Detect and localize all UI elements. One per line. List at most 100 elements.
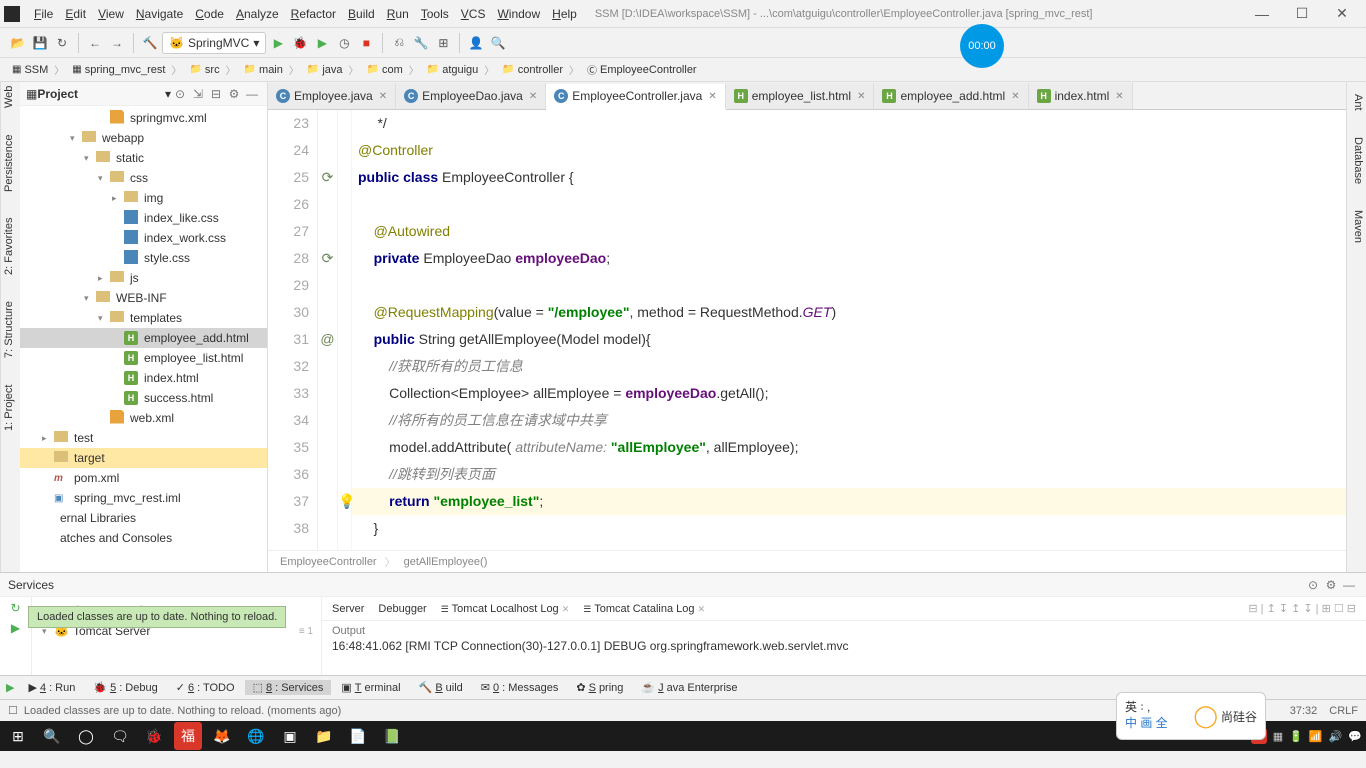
tree-item[interactable]: springmvc.xml	[20, 108, 267, 128]
chrome-icon[interactable]: 🌐	[242, 722, 270, 750]
forward-icon[interactable]: →	[107, 33, 127, 53]
bottom-tab[interactable]: ⬚8: Services	[245, 680, 332, 695]
coverage-icon[interactable]: ▶	[312, 33, 332, 53]
crumb[interactable]: 📁 atguigu	[423, 62, 499, 77]
tree-item[interactable]: ▾static	[20, 148, 267, 168]
editor-tab[interactable]: CEmployeeController.java✕	[546, 84, 725, 110]
close-icon[interactable]: ✕	[857, 91, 865, 102]
hide-icon[interactable]: —	[243, 87, 261, 101]
menu-analyze[interactable]: Analyze	[230, 5, 285, 23]
menu-navigate[interactable]: Navigate	[130, 5, 189, 23]
bottom-tab[interactable]: 🔨Build	[411, 680, 471, 695]
menu-view[interactable]: View	[92, 5, 130, 23]
gear-icon[interactable]: ⚙	[1322, 578, 1340, 592]
side-tab[interactable]: 1: Project	[1, 380, 20, 434]
bottom-tab[interactable]: ▶4: Run	[20, 680, 83, 695]
hide-icon[interactable]: —	[1340, 578, 1358, 592]
editor-crumb[interactable]: EmployeeController	[280, 556, 377, 568]
rerun-icon[interactable]: ↻	[10, 601, 20, 615]
services-tabs[interactable]: Server Debugger ☰ Tomcat Localhost Log ✕ ☰ …	[322, 597, 1366, 621]
explorer-icon[interactable]: 📁	[310, 722, 338, 750]
refresh-icon[interactable]: ↻	[52, 33, 72, 53]
side-tab[interactable]: 7: Structure	[1, 297, 20, 362]
tray-icon[interactable]: 🔋	[1289, 730, 1303, 743]
svc-tab[interactable]: ☰ Tomcat Localhost Log ✕	[441, 603, 570, 615]
app-icon[interactable]: 🗨	[106, 722, 134, 750]
svc-tab[interactable]: Debugger	[378, 603, 426, 615]
side-tab[interactable]: Database	[1347, 133, 1366, 188]
bottom-tab[interactable]: ✓6: TODO	[168, 680, 243, 695]
crumb[interactable]: ▦ spring_mvc_rest	[68, 62, 185, 77]
line-separator[interactable]: CRLF	[1329, 705, 1358, 717]
svc-tab[interactable]: ☰ Tomcat Catalina Log ✕	[583, 603, 705, 615]
collapse-icon[interactable]: ⊟	[207, 87, 225, 101]
side-tab[interactable]: Maven	[1347, 206, 1366, 247]
tree-item[interactable]: atches and Consoles	[20, 528, 267, 548]
editor-tab[interactable]: CEmployeeDao.java✕	[396, 83, 546, 109]
maximize-button[interactable]: ☐	[1282, 5, 1322, 22]
app-icon[interactable]: 福	[174, 722, 202, 750]
menu-window[interactable]: Window	[491, 5, 546, 23]
avatar-icon[interactable]: 👤	[466, 33, 486, 53]
wifi-icon[interactable]: 📶	[1309, 730, 1323, 743]
code-editor[interactable]: 23242526272829303132333435363738 ⟳⟳@ 💡 *…	[268, 110, 1346, 550]
close-icon[interactable]: ✕	[1115, 91, 1123, 102]
editor-crumb[interactable]: getAllEmployee()	[404, 556, 488, 568]
menu-file[interactable]: File	[28, 5, 59, 23]
bottom-tab[interactable]: ✉0: Messages	[473, 680, 567, 695]
vcs-icon[interactable]: ⎌	[389, 33, 409, 53]
tree-item[interactable]: Hindex.html	[20, 368, 267, 388]
side-tab[interactable]: 2: Favorites	[1, 214, 20, 279]
open-icon[interactable]: 📂	[8, 33, 28, 53]
tree-item[interactable]: ▸img	[20, 188, 267, 208]
tree-item[interactable]: web.xml	[20, 408, 267, 428]
search-icon[interactable]: 🔍	[488, 33, 508, 53]
svc-tab[interactable]: Server	[332, 603, 364, 615]
task-view-icon[interactable]: ◯	[72, 722, 100, 750]
firefox-icon[interactable]: 🦊	[208, 722, 236, 750]
side-tab[interactable]: Persistence	[1, 130, 20, 195]
menu-vcs[interactable]: VCS	[455, 5, 492, 23]
expand-icon[interactable]: ⊙	[1304, 578, 1322, 592]
crumb[interactable]: 📁 java	[303, 62, 363, 77]
menu-code[interactable]: Code	[189, 5, 230, 23]
tree-item[interactable]: ▾webapp	[20, 128, 267, 148]
crumb[interactable]: 📁 controller	[498, 62, 583, 77]
tree-item[interactable]: mpom.xml	[20, 468, 267, 488]
bottom-tab[interactable]: ▣Terminal	[333, 680, 408, 695]
side-tab[interactable]: Web	[1, 82, 20, 112]
minimize-button[interactable]: —	[1242, 6, 1282, 22]
menu-run[interactable]: Run	[381, 5, 415, 23]
search-icon[interactable]: 🔍	[38, 722, 66, 750]
crumb[interactable]: 📁 src	[185, 62, 239, 77]
editor-tab[interactable]: Hemployee_list.html✕	[726, 83, 875, 109]
main-menu[interactable]: FileEditViewNavigateCodeAnalyzeRefactorB…	[28, 7, 583, 21]
bottom-tab[interactable]: ✿Spring	[568, 680, 631, 695]
menu-refactor[interactable]: Refactor	[285, 5, 342, 23]
nav-breadcrumbs[interactable]: ▦ SSM▦ spring_mvc_rest📁 src📁 main📁 java📁…	[0, 58, 1366, 82]
back-icon[interactable]: ←	[85, 33, 105, 53]
start-icon[interactable]: ⊞	[4, 722, 32, 750]
tree-item[interactable]: index_like.css	[20, 208, 267, 228]
run-icon[interactable]: ▶	[268, 33, 288, 53]
tree-item[interactable]: style.css	[20, 248, 267, 268]
caret-position[interactable]: 37:32	[1290, 705, 1318, 717]
tree-item[interactable]: ernal Libraries	[20, 508, 267, 528]
app-icon[interactable]: 📗	[378, 722, 406, 750]
app-icon[interactable]: 🐞	[140, 722, 168, 750]
run-config-selector[interactable]: 🐱 SpringMVC ▾	[162, 32, 266, 54]
settings-icon[interactable]: 🔧	[411, 33, 431, 53]
editor-tab[interactable]: Hindex.html✕	[1029, 83, 1133, 109]
code-content[interactable]: */@Controllerpublic class EmployeeContro…	[352, 110, 1346, 550]
side-tab[interactable]: Ant	[1347, 90, 1366, 115]
crumb[interactable]: 📁 com	[363, 62, 423, 77]
editor-breadcrumb[interactable]: EmployeeController〉getAllEmployee()	[268, 550, 1346, 572]
notifications-icon[interactable]: 💬	[1348, 730, 1362, 743]
tree-item[interactable]: index_work.css	[20, 228, 267, 248]
close-icon[interactable]: ✕	[708, 91, 716, 102]
crumb[interactable]: Ⓒ EmployeeController	[583, 62, 707, 77]
intellij-icon[interactable]: ▣	[276, 722, 304, 750]
tree-item[interactable]: Hemployee_list.html	[20, 348, 267, 368]
app-icon[interactable]: 📄	[344, 722, 372, 750]
tree-item[interactable]: ▾templates	[20, 308, 267, 328]
